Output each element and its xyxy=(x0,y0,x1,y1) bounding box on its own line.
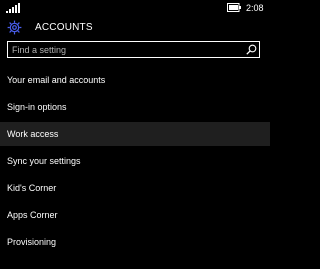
menu-item-label: Provisioning xyxy=(7,237,57,247)
menu-item-label: Sync your settings xyxy=(7,156,81,166)
gear-icon xyxy=(7,20,22,35)
search-input[interactable]: Find a setting xyxy=(7,41,260,58)
page-title: ACCOUNTS xyxy=(35,22,93,33)
status-bar: 2:08 xyxy=(0,0,270,16)
clock: 2:08 xyxy=(246,3,264,13)
search-icon[interactable] xyxy=(246,44,257,55)
menu-item-sign-in-options[interactable]: Sign-in options xyxy=(0,95,270,119)
menu-item-label: Apps Corner xyxy=(7,210,58,220)
menu-item-label: Your email and accounts xyxy=(7,75,106,85)
page-header: ACCOUNTS xyxy=(0,18,270,38)
signal-strength-icon xyxy=(6,3,20,13)
menu-item-label: Kid's Corner xyxy=(7,183,57,193)
menu-item-label: Work access xyxy=(7,129,59,139)
battery-icon xyxy=(227,3,241,12)
menu-item-apps-corner[interactable]: Apps Corner xyxy=(0,203,270,227)
menu-item-provisioning[interactable]: Provisioning xyxy=(0,230,270,254)
menu-item-kids-corner[interactable]: Kid's Corner xyxy=(0,176,270,200)
menu-item-work-access[interactable]: Work access xyxy=(0,122,270,146)
menu-item-sync-settings[interactable]: Sync your settings xyxy=(0,149,270,173)
search-placeholder: Find a setting xyxy=(12,45,67,55)
menu-item-email-and-accounts[interactable]: Your email and accounts xyxy=(0,68,270,92)
menu-item-label: Sign-in options xyxy=(7,102,67,112)
